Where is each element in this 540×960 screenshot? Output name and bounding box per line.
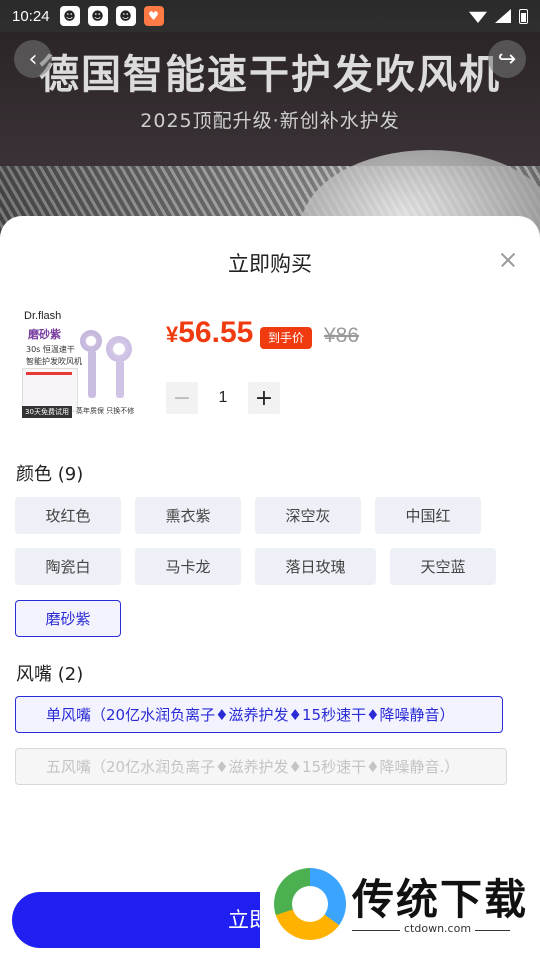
- product-thumbnail: Dr.flash 磨砂紫 30s 恒温速干 智能护发吹风机 30天免费试用 蒸年…: [18, 306, 138, 424]
- quantity-stepper: − 1 +: [166, 382, 280, 414]
- signal-icon: [495, 9, 511, 23]
- thumb-dryer-head: [106, 336, 132, 362]
- thumb-trial-badge: 30天免费试用: [22, 406, 72, 418]
- back-button[interactable]: ‹: [14, 40, 52, 78]
- status-time: 10:24: [12, 7, 50, 25]
- product-hero-image: 德国智能速干护发吹风机 2025顶配升级·新创补水护发: [0, 0, 540, 240]
- status-bar: 10:24 ☻ ☻ ☻ ♥: [0, 0, 540, 32]
- watermark: 传统下载 ctdown.com: [260, 856, 540, 960]
- robot-app-icon: ☻: [115, 6, 136, 26]
- color-option[interactable]: 马卡龙: [135, 548, 241, 585]
- color-option-selected[interactable]: 磨砂紫: [15, 600, 121, 637]
- thumb-feature-line: 智能护发吹风机: [26, 357, 82, 366]
- nozzle-option-disabled[interactable]: 五风嘴（20亿水润负离子♦滋养护发♦15秒速干♦降噪静音.）: [15, 748, 507, 785]
- thumb-variant: 磨砂紫: [28, 328, 61, 341]
- battery-icon: [519, 8, 528, 24]
- watermark-text: 传统下载: [352, 875, 529, 924]
- hero-title: 德国智能速干护发吹风机: [39, 52, 501, 98]
- color-option[interactable]: 熏衣紫: [135, 497, 241, 534]
- color-option[interactable]: 天空蓝: [390, 548, 496, 585]
- color-option[interactable]: 落日玫瑰: [255, 548, 376, 585]
- price-value: 56.55: [178, 316, 254, 349]
- nozzle-section-label: 风嘴 (2): [16, 664, 84, 685]
- thumb-dryer-handle: [116, 360, 124, 398]
- wifi-icon: [469, 11, 487, 23]
- current-price: ¥56.55: [166, 316, 253, 350]
- thumb-dryer-handle: [88, 350, 96, 398]
- purchase-sheet: 立即购买 Dr.flash 磨砂紫 30s 恒温速干 智能护发吹风机 30天免费…: [0, 216, 540, 960]
- robot-app-icon: ☻: [87, 6, 108, 26]
- chevron-left-icon: ‹: [28, 46, 38, 72]
- robot-app-icon: ☻: [59, 6, 80, 26]
- sheet-title: 立即购买: [228, 252, 312, 276]
- heart-app-icon: ♥: [143, 6, 164, 26]
- color-option[interactable]: 深空灰: [255, 497, 361, 534]
- hero-subtitle: 2025顶配升级·新创补水护发: [140, 110, 400, 132]
- color-option[interactable]: 玫红色: [15, 497, 121, 534]
- thumb-accent-line: [26, 372, 72, 375]
- thumb-brand: Dr.flash: [24, 310, 62, 322]
- thumb-feature-line: 30s 恒温速干: [26, 345, 75, 354]
- thumb-warranty-text: 蒸年质保 只换不修: [76, 407, 135, 415]
- share-button[interactable]: ↪: [488, 40, 526, 78]
- currency-symbol: ¥: [166, 322, 179, 347]
- thumb-dryer-head: [80, 330, 102, 352]
- nozzle-option-selected[interactable]: 单风嘴（20亿水润负离子♦滋养护发♦15秒速干♦降噪静音）: [15, 696, 503, 733]
- final-price-badge: 到手价: [260, 327, 313, 349]
- status-right-group: [469, 8, 528, 24]
- color-option[interactable]: 中国红: [375, 497, 481, 534]
- watermark-url: ctdown.com: [400, 922, 476, 935]
- original-price: ¥86: [324, 324, 360, 347]
- increase-quantity-button[interactable]: +: [248, 382, 280, 414]
- share-icon: ↪: [497, 46, 517, 72]
- decrease-quantity-button[interactable]: −: [166, 382, 198, 414]
- color-section-label: 颜色 (9): [16, 464, 84, 485]
- quantity-value[interactable]: 1: [198, 389, 248, 407]
- watermark-logo-icon: [274, 868, 346, 940]
- close-icon[interactable]: [496, 248, 520, 272]
- color-option[interactable]: 陶瓷白: [15, 548, 121, 585]
